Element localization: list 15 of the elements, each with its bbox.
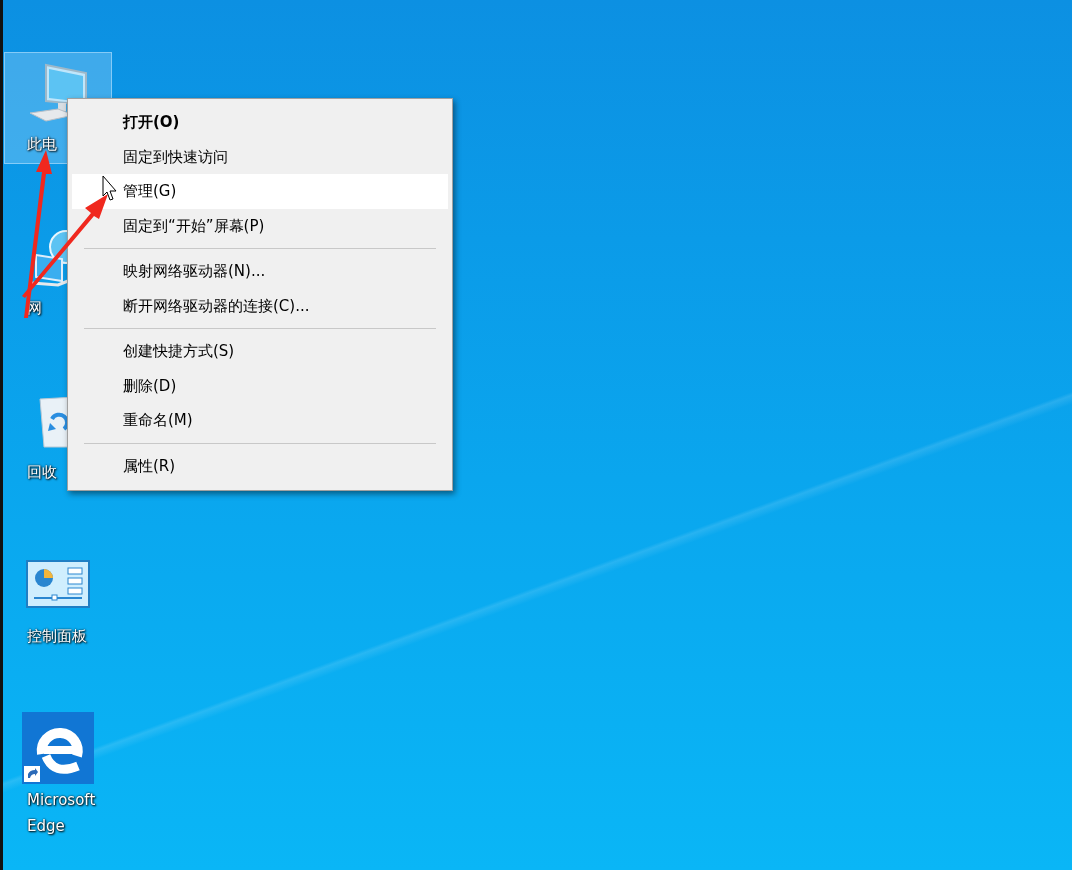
menu-item[interactable]: 删除(D)	[72, 368, 448, 403]
icon-label: Microsoft Edge	[27, 790, 97, 837]
icon-label: 回收	[27, 462, 57, 483]
cursor-icon	[102, 175, 117, 201]
menu-item[interactable]: 管理(G)	[72, 174, 448, 209]
menu-item[interactable]: 创建快捷方式(S)	[72, 334, 448, 369]
menu-item[interactable]: 属性(R)	[72, 448, 448, 483]
icon-label: 此电	[27, 134, 57, 155]
menu-item[interactable]: 映射网络驱动器(N)...	[72, 254, 448, 289]
menu-item[interactable]: 断开网络驱动器的连接(C)...	[72, 288, 448, 323]
menu-item[interactable]: 重命名(M)	[72, 403, 448, 438]
icon-label: 控制面板	[27, 626, 87, 647]
edge-icon	[22, 712, 94, 784]
menu-item[interactable]: 固定到“开始”屏幕(P)	[72, 208, 448, 243]
control-panel-icon	[26, 560, 90, 608]
